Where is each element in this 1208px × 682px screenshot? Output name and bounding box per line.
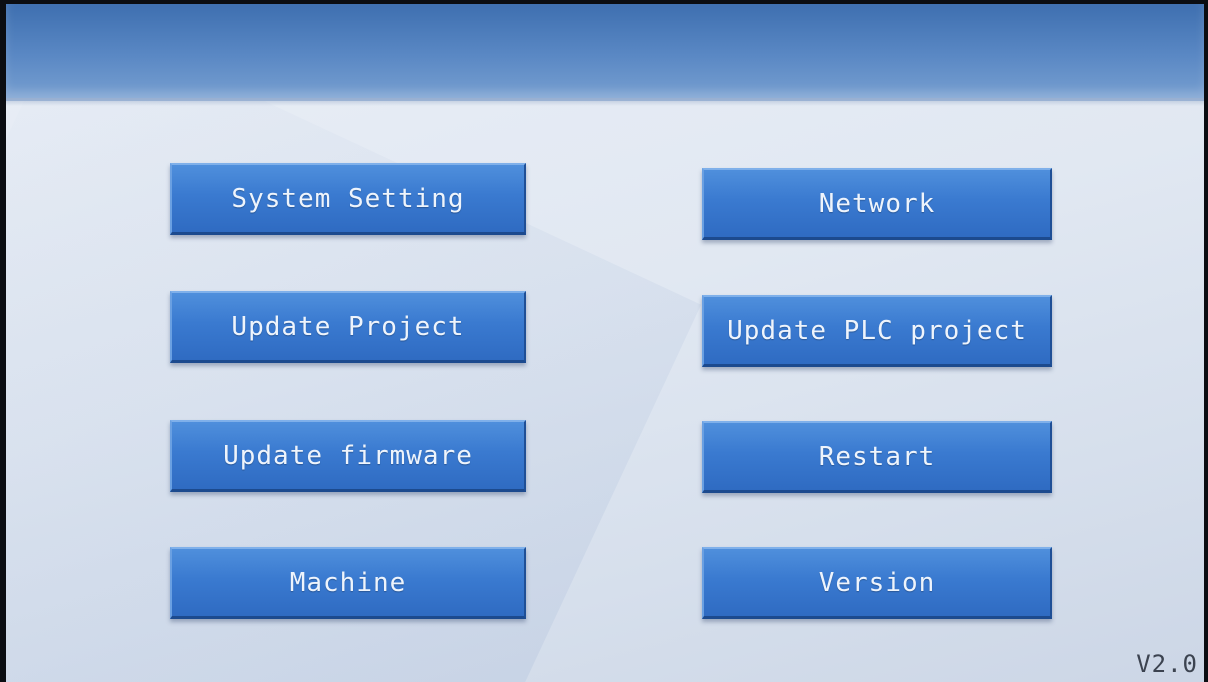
restart-button[interactable]: Restart xyxy=(702,421,1052,493)
machine-button[interactable]: Machine xyxy=(170,547,526,619)
header-bar xyxy=(6,4,1204,106)
system-setting-button[interactable]: System Setting xyxy=(170,163,526,235)
update-plc-project-button[interactable]: Update PLC project xyxy=(702,295,1052,367)
update-firmware-button[interactable]: Update firmware xyxy=(170,420,526,492)
update-project-button[interactable]: Update Project xyxy=(170,291,526,363)
version-button[interactable]: Version xyxy=(702,547,1052,619)
version-label: V2.0 xyxy=(1136,650,1198,678)
network-button[interactable]: Network xyxy=(702,168,1052,240)
hmi-screen: System Setting Network Update Project Up… xyxy=(6,4,1204,682)
